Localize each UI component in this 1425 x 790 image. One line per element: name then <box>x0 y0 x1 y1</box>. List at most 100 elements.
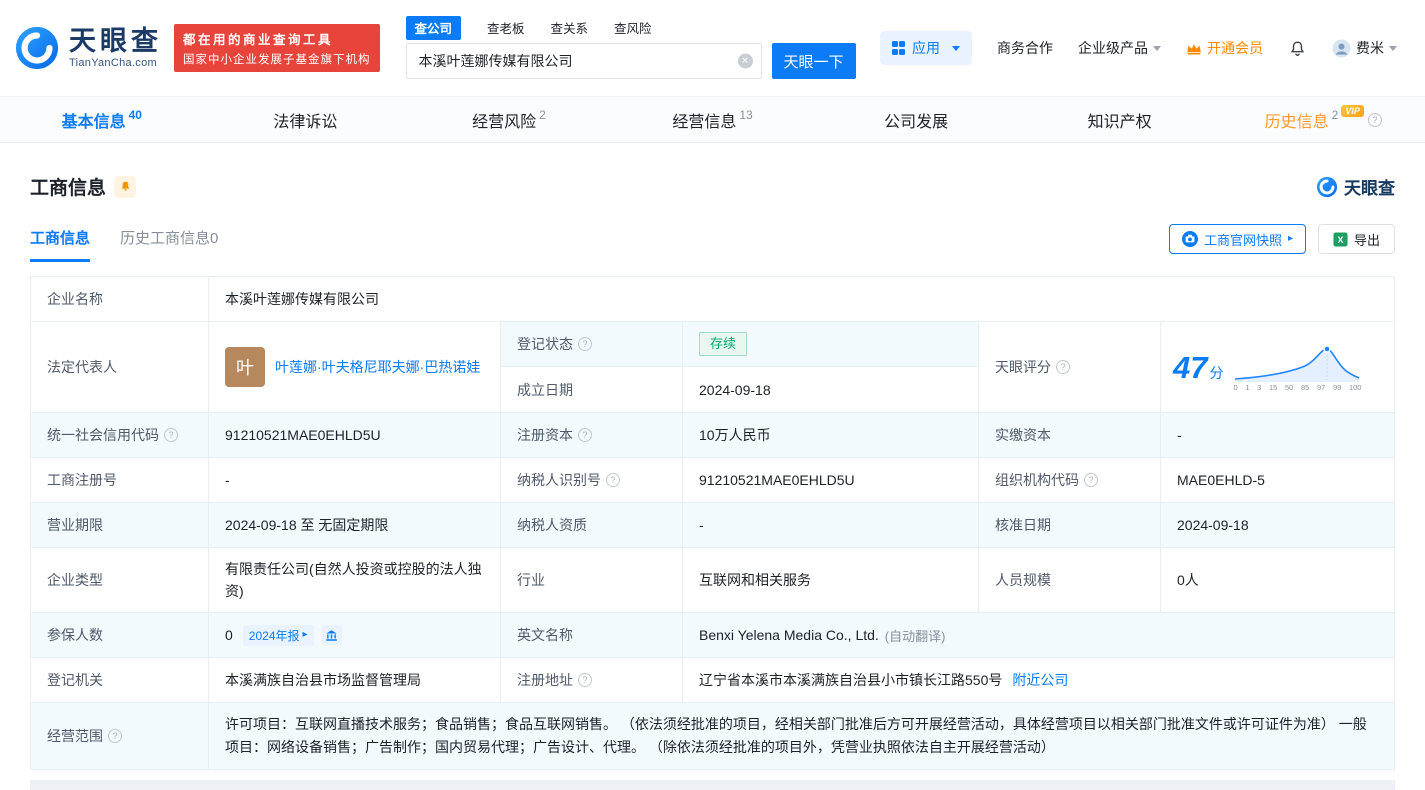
taxpayer-quality-label: 纳税人资质 <box>501 503 683 547</box>
tab-company-development[interactable]: 公司发展 <box>814 97 1018 142</box>
industry-value: 互联网和相关服务 <box>683 548 979 612</box>
main-content: 工商信息 天眼查 工商信息 历史工商信息0 <box>0 173 1425 790</box>
table-row: 营业期限 2024-09-18 至 无固定期限 纳税人资质 - 核准日期 202… <box>31 503 1394 548</box>
chevron-down-icon <box>1153 46 1161 51</box>
user-avatar-icon <box>1332 39 1351 58</box>
legal-rep-label: 法定代表人 <box>31 322 209 412</box>
user-account-menu[interactable]: 费米 <box>1332 38 1397 58</box>
table-row: 参保人数 0 2024年报 ▸ <box>31 613 1394 658</box>
org-code-value: MAE0EHLD-5 <box>1161 458 1394 502</box>
tab-intellectual-property[interactable]: 知识产权 <box>1018 97 1222 142</box>
paid-capital-value: - <box>1161 413 1394 457</box>
legal-rep-link[interactable]: 叶莲娜·叶夫格尼耶夫娜·巴热诺娃 <box>275 357 480 378</box>
search-tab-company[interactable]: 查公司 <box>406 16 462 40</box>
subscribe-bell-icon[interactable] <box>114 176 136 198</box>
official-snapshot-button[interactable]: 工商官网快照 ▸ <box>1169 224 1306 254</box>
help-icon[interactable]: ? <box>1084 473 1098 487</box>
search-tab-relation[interactable]: 查关系 <box>551 18 589 37</box>
tab-legal-litigation[interactable]: 法律诉讼 <box>204 97 408 142</box>
notification-bell-icon[interactable] <box>1288 39 1307 58</box>
tab-count: 40 <box>129 108 142 122</box>
establish-date-value: 2024-09-18 <box>683 367 979 412</box>
table-row: 企业名称 本溪叶莲娜传媒有限公司 <box>31 277 1394 322</box>
brand-slogan: 都在用的商业查询工具 国家中小企业发展子基金旗下机构 <box>174 24 380 72</box>
help-icon[interactable]: ? <box>606 473 620 487</box>
english-name-value: Benxi Yelena Media Co., Ltd. (自动翻译) <box>683 613 1394 657</box>
help-icon[interactable]: ? <box>1368 113 1382 127</box>
table-row: 工商注册号 - 纳税人识别号 ? 91210521MAE0EHLD5U 组织机构… <box>31 458 1394 503</box>
excel-icon: X <box>1333 232 1348 247</box>
business-term-value: 2024-09-18 至 无固定期限 <box>209 503 501 547</box>
insured-count-value: 0 2024年报 ▸ <box>209 613 501 657</box>
export-button[interactable]: X 导出 <box>1318 224 1395 254</box>
score-distribution-chart: 01 315 5085 9799 100 <box>1233 342 1361 392</box>
legal-rep-value: 叶 叶莲娜·叶夫格尼耶夫娜·巴热诺娃 <box>209 322 501 412</box>
clear-icon[interactable]: ✕ <box>738 54 753 69</box>
company-type-label: 企业类型 <box>31 548 209 612</box>
annual-report-badge[interactable]: 2024年报 ▸ <box>243 625 314 646</box>
tab-history-info[interactable]: 历史信息 2 VIP ? <box>1221 97 1425 142</box>
paid-capital-label: 实缴资本 <box>979 413 1161 457</box>
top-header: 天眼查 TianYanCha.com 都在用的商业查询工具 国家中小企业发展子基… <box>0 0 1425 96</box>
page-title: 工商信息 <box>30 173 106 200</box>
company-section-tabs: 基本信息 40 法律诉讼 经营风险 2 经营信息 13 公司发展 知识产权 历史… <box>0 96 1425 143</box>
annual-report-bank-icon[interactable] <box>322 625 342 645</box>
open-vip-button[interactable]: 开通会员 <box>1186 38 1263 58</box>
credit-code-value: 91210521MAE0EHLD5U <box>209 413 501 457</box>
tianyan-score[interactable]: 47分 01 315 5085 9799 100 <box>1161 322 1394 412</box>
help-icon[interactable]: ? <box>578 428 592 442</box>
table-row: 经营范围 ? 许可项目：互联网直播技术服务；食品销售；食品互联网销售。 （依法须… <box>31 703 1394 769</box>
table-row: 企业类型 有限责任公司(自然人投资或控股的法人独资) 行业 互联网和相关服务 人… <box>31 548 1394 613</box>
reg-no-label: 工商注册号 <box>31 458 209 502</box>
staff-size-value: 0人 <box>1161 548 1394 612</box>
score-axis: 01 315 5085 9799 100 <box>1233 383 1361 392</box>
apps-grid-icon <box>892 41 906 55</box>
help-icon[interactable]: ? <box>578 673 592 687</box>
search-tab-risk[interactable]: 查风险 <box>614 18 652 37</box>
crown-icon <box>1186 42 1202 55</box>
reg-capital-value: 10万人民币 <box>683 413 979 457</box>
help-icon[interactable]: ? <box>108 729 122 743</box>
approve-date-label: 核准日期 <box>979 503 1161 547</box>
table-row: 登记状态 ? 存续 <box>501 322 979 367</box>
company-name-value: 本溪叶莲娜传媒有限公司 <box>209 277 1394 321</box>
tab-operation-risk[interactable]: 经营风险 2 <box>407 97 611 142</box>
org-code-label: 组织机构代码 ? <box>979 458 1161 502</box>
tianyancha-swirl-icon <box>14 25 60 71</box>
business-scope-value: 许可项目：互联网直播技术服务；食品销售；食品互联网销售。 （依法须经批准的项目，… <box>209 703 1394 769</box>
auto-translate-note: (自动翻译) <box>885 626 946 645</box>
establish-date-label: 成立日期 <box>501 367 683 412</box>
top-right-nav: 应用 商务合作 企业级产品 开通会员 <box>880 31 1398 65</box>
apps-menu[interactable]: 应用 <box>880 31 973 65</box>
tax-id-value: 91210521MAE0EHLD5U <box>683 458 979 502</box>
score-label: 天眼评分 ? <box>979 322 1161 412</box>
tab-basic-info[interactable]: 基本信息 40 <box>0 97 204 142</box>
status-badge: 存续 <box>699 332 747 356</box>
nearby-companies-link[interactable]: 附近公司 <box>1012 670 1068 690</box>
company-name-label: 企业名称 <box>31 277 209 321</box>
tianyancha-swirl-icon <box>1316 176 1338 198</box>
tab-count: 2 <box>1332 108 1339 122</box>
search-button[interactable]: 天眼一下 <box>772 43 856 79</box>
help-icon[interactable]: ? <box>164 428 178 442</box>
legal-rep-avatar[interactable]: 叶 <box>225 347 265 387</box>
tab-operation-info[interactable]: 经营信息 13 <box>611 97 815 142</box>
vip-badge: VIP <box>1341 105 1364 117</box>
insured-count-label: 参保人数 <box>31 613 209 657</box>
brand-domain: TianYanCha.com <box>69 58 162 70</box>
subtab-business-info[interactable]: 工商信息 <box>30 227 90 262</box>
nav-biz-cooperation[interactable]: 商务合作 <box>997 38 1053 58</box>
help-icon[interactable]: ? <box>1056 360 1070 374</box>
reg-authority-label: 登记机关 <box>31 658 209 702</box>
subtab-history-business-info[interactable]: 历史工商信息0 <box>120 227 218 262</box>
help-icon[interactable]: ? <box>578 337 592 351</box>
reg-address-value: 辽宁省本溪市本溪满族自治县小市镇长江路550号 附近公司 <box>683 658 1394 702</box>
search-input[interactable] <box>406 43 762 79</box>
company-type-value: 有限责任公司(自然人投资或控股的法人独资) <box>209 548 501 612</box>
business-scope-label: 经营范围 ? <box>31 703 209 769</box>
tianyancha-logo[interactable]: 天眼查 TianYanCha.com <box>14 25 162 71</box>
taxpayer-quality-value: - <box>683 503 979 547</box>
search-tab-boss[interactable]: 查老板 <box>487 18 525 37</box>
english-name-label: 英文名称 <box>501 613 683 657</box>
nav-enterprise-products[interactable]: 企业级产品 <box>1078 38 1161 58</box>
